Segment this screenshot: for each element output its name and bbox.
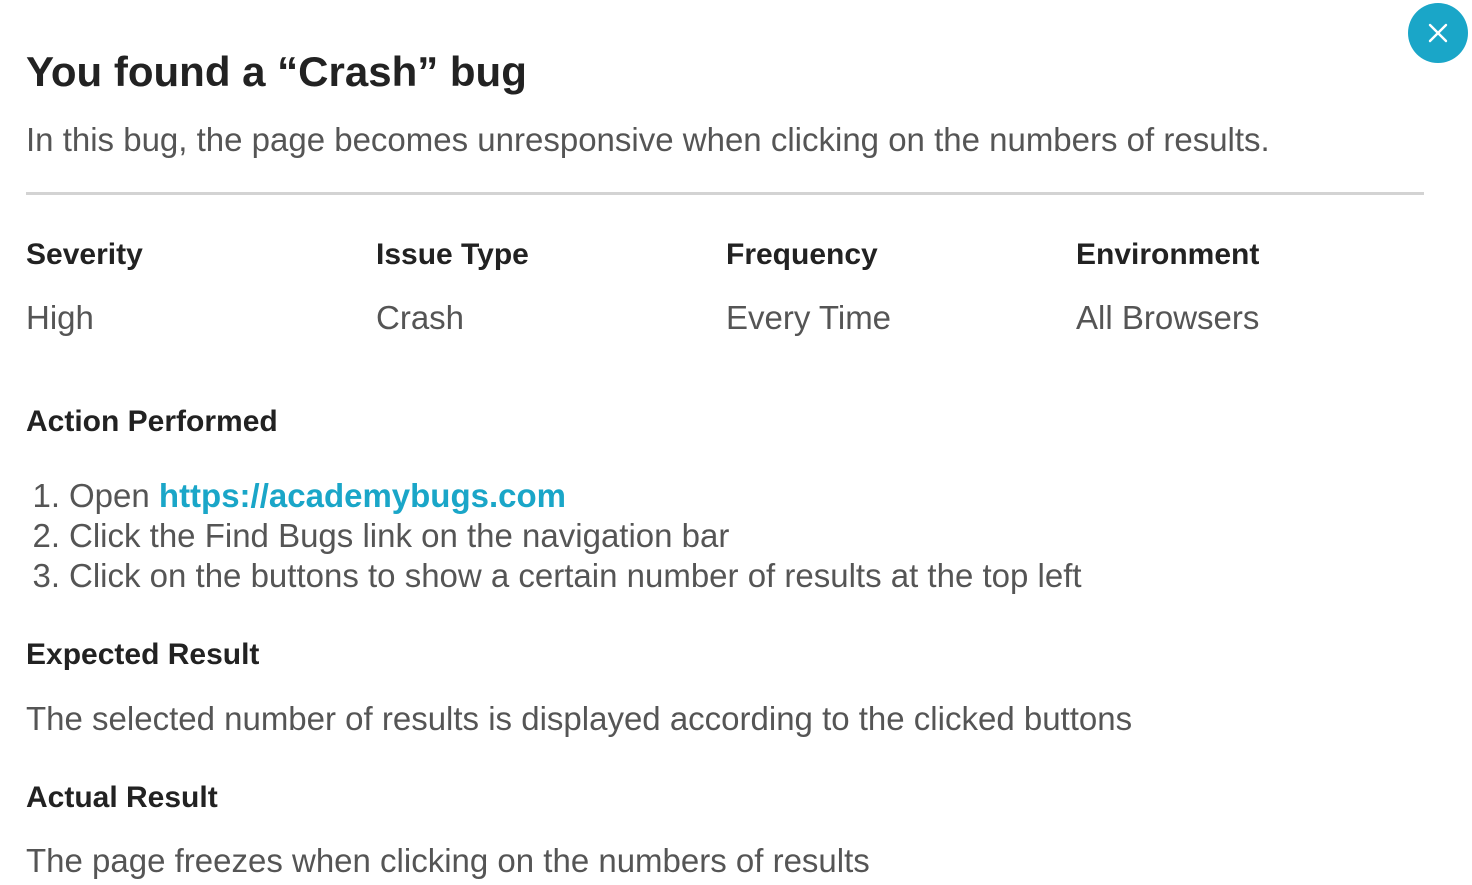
issue-type-label: Issue Type — [376, 238, 529, 271]
environment-label: Environment — [1076, 238, 1260, 271]
step-text: Open — [69, 477, 159, 514]
meta-issue-type: Issue Type Crash — [376, 234, 529, 339]
expected-result-heading: Expected Result — [26, 638, 260, 671]
step-number: 3. — [32, 557, 60, 594]
bug-report-modal: You found a “Crash” bug In this bug, the… — [0, 0, 1472, 885]
meta-frequency: Frequency Every Time — [726, 234, 891, 339]
step-number: 1. — [32, 477, 60, 514]
environment-value: All Browsers — [1076, 299, 1260, 336]
step-number: 2. — [32, 517, 60, 554]
close-icon — [1428, 23, 1448, 43]
action-performed-heading: Action Performed — [26, 405, 278, 438]
frequency-value: Every Time — [726, 299, 892, 336]
divider — [26, 192, 1424, 195]
step-item: 3. Click on the buttons to show a certain… — [0, 556, 1082, 596]
step-item: 1. Open https://academybugs.com — [0, 476, 1082, 516]
step-text: Click the Find Bugs link on the navigati… — [69, 517, 730, 554]
meta-environment: Environment All Browsers — [1076, 234, 1259, 339]
issue-type-value: Crash — [376, 299, 465, 336]
modal-subtitle: In this bug, the page becomes unresponsi… — [26, 121, 1270, 158]
actual-result-heading: Actual Result — [26, 781, 218, 814]
frequency-label: Frequency — [726, 238, 878, 271]
step-text: Click on the buttons to show a certain n… — [69, 557, 1082, 594]
academybugs-link[interactable]: https://academybugs.com — [159, 476, 566, 516]
expected-result-text: The selected number of results is displa… — [26, 700, 1133, 737]
steps-list: 1. Open https://academybugs.com 2. Click t… — [0, 476, 1082, 596]
step-item: 2. Click the Find Bugs link on the naviga… — [0, 516, 1082, 556]
close-button[interactable] — [1408, 3, 1468, 63]
actual-result-text: The page freezes when clicking on the nu… — [26, 842, 870, 879]
severity-value: High — [26, 299, 94, 336]
meta-severity: Severity High — [26, 234, 143, 339]
severity-label: Severity — [26, 238, 143, 271]
modal-title: You found a “Crash” bug — [26, 48, 527, 95]
